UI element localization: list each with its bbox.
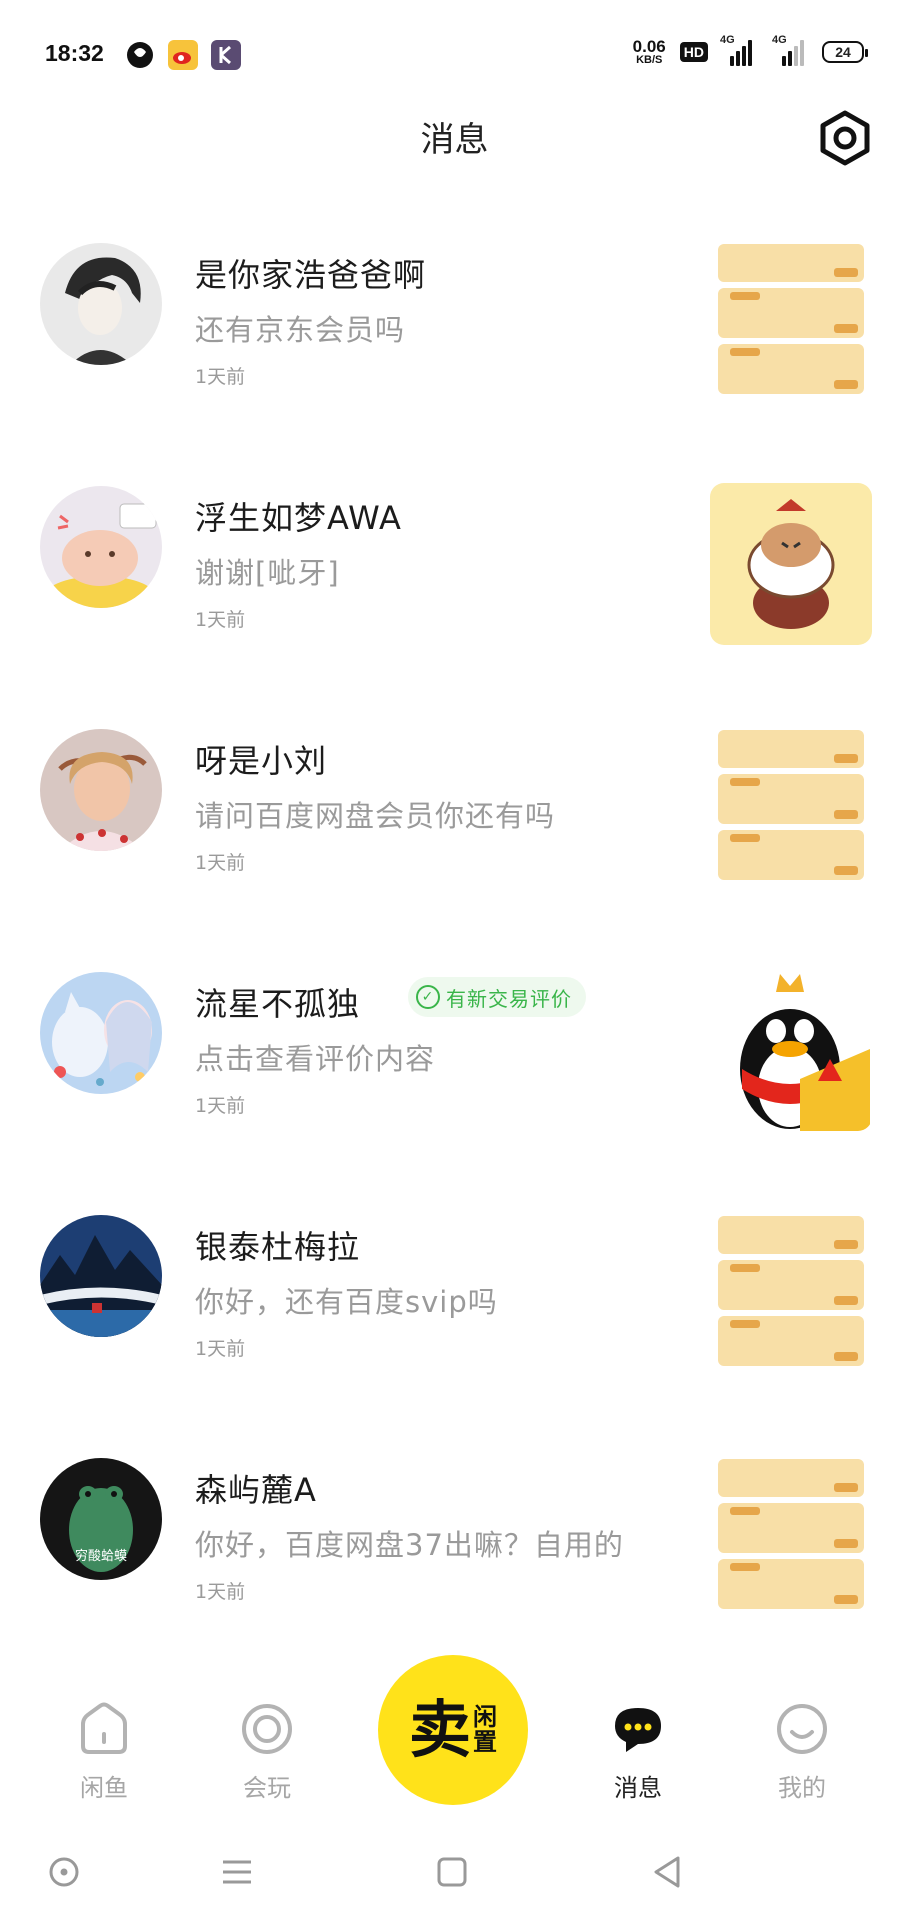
page-title: 消息: [420, 120, 489, 160]
tab-label: 会玩: [243, 1774, 291, 1802]
home-icon: [81, 1702, 127, 1754]
conversation-item[interactable]: 银泰杜梅拉 你好，还有百度svip吗 1天前: [0, 1212, 909, 1455]
message-time: 1天前: [195, 852, 246, 874]
smile-profile-icon: [777, 1704, 827, 1754]
message-time: 1天前: [195, 609, 246, 631]
conversation-item[interactable]: 流星不孤独 ✓ 有新交易评价 点击查看评价内容 1天前: [0, 969, 909, 1212]
settings-icon[interactable]: [817, 110, 873, 166]
sell-item-button[interactable]: 卖 闲 置: [378, 1655, 528, 1805]
frog-avatar-caption: 穷酸蛤蟆: [75, 1548, 127, 1564]
conversation-item[interactable]: 呀是小刘 请问百度网盘会员你还有吗 1天前: [0, 726, 909, 969]
tab-label: 消息: [614, 1774, 662, 1802]
contact-name: 流星不孤独: [195, 985, 361, 1023]
contact-name: 浮生如梦AWA: [195, 499, 402, 537]
home-square-icon[interactable]: [430, 1850, 474, 1894]
girl-photo-avatar[interactable]: [40, 729, 162, 851]
frog-avatar[interactable]: 穷酸蛤蟆: [40, 1458, 162, 1580]
tab-xianyu[interactable]: 闲鱼: [44, 1700, 164, 1803]
coupon-list-thumb[interactable]: [710, 726, 872, 888]
play-circle-icon: [242, 1704, 292, 1754]
contact-name: 是你家浩爸爸啊: [195, 256, 427, 294]
new-review-badge: ✓ 有新交易评价: [408, 977, 586, 1017]
back-icon[interactable]: [646, 1850, 690, 1894]
tab-messages[interactable]: 消息: [578, 1700, 698, 1803]
menu-icon[interactable]: [215, 1850, 259, 1894]
message-preview: 点击查看评价内容: [195, 1042, 436, 1076]
landscape-painting-avatar[interactable]: [40, 1215, 162, 1337]
signal-icon-1: 4G: [720, 34, 756, 66]
assistant-icon[interactable]: [42, 1850, 86, 1894]
anime-boy-avatar[interactable]: [40, 243, 162, 365]
hd-voice-badge: HD: [679, 42, 708, 62]
coupon-list-thumb[interactable]: [710, 1455, 872, 1617]
message-list: 是你家浩爸爸啊 还有京东会员吗 1天前 浮生如梦AWA 谢谢[呲牙] 1天前 呀…: [0, 240, 909, 1698]
message-preview: 你好，百度网盘37出嘛？自用的: [195, 1528, 624, 1562]
message-time: 1天前: [195, 1338, 246, 1360]
status-time: 18:32: [45, 40, 104, 66]
sell-sub-label: 闲 置: [473, 1702, 497, 1756]
sell-main-label: 卖: [408, 1693, 471, 1766]
tab-mine[interactable]: 我的: [742, 1700, 862, 1803]
contact-name: 银泰杜梅拉: [195, 1228, 361, 1266]
message-time: 1天前: [195, 366, 246, 388]
network-speed: 0.06 KB/S: [632, 37, 666, 66]
battery-icon: 24: [822, 41, 868, 63]
tab-huiwan[interactable]: 会玩: [207, 1700, 327, 1803]
system-navigation-bar: [0, 1830, 909, 1920]
status-indicators: 0.06 KB/S HD 4G 4G 24: [632, 34, 868, 66]
contact-name: 森屿麓A: [195, 1471, 317, 1509]
message-time: 1天前: [195, 1581, 246, 1603]
hamster-sticker-thumb[interactable]: [710, 483, 872, 645]
penguin-urgent-sale-thumb[interactable]: [710, 969, 872, 1131]
signal-icon-2: 4G: [770, 34, 808, 66]
conversation-item[interactable]: 是你家浩爸爸啊 还有京东会员吗 1天前: [0, 240, 909, 483]
tab-label: 闲鱼: [80, 1774, 128, 1802]
conversation-item[interactable]: 浮生如梦AWA 谢谢[呲牙] 1天前: [0, 483, 909, 726]
check-circle-icon: ✓: [416, 985, 440, 1009]
status-bar: 18:32 0.06 KB/S HD 4G 4G 24: [0, 0, 909, 110]
message-preview: 谢谢[呲牙]: [195, 556, 340, 590]
chat-bubble-icon: [615, 1708, 661, 1752]
message-preview: 你好，还有百度svip吗: [195, 1285, 498, 1319]
contact-name: 呀是小刘: [195, 742, 328, 780]
message-preview: 还有京东会员吗: [195, 313, 406, 347]
coupon-list-thumb[interactable]: [710, 240, 872, 402]
app-notification-icon-1: [125, 40, 155, 70]
coupon-list-thumb[interactable]: [710, 1212, 872, 1374]
message-time: 1天前: [195, 1095, 246, 1117]
k-app-icon: [211, 40, 241, 70]
anime-girl-fox-avatar[interactable]: [40, 972, 162, 1094]
weibo-icon: [168, 40, 198, 70]
new-review-label: 有新交易评价: [446, 986, 572, 1011]
hamster-avatar[interactable]: [40, 486, 162, 608]
message-preview: 请问百度网盘会员你还有吗: [195, 799, 556, 833]
tab-label: 我的: [778, 1774, 826, 1802]
